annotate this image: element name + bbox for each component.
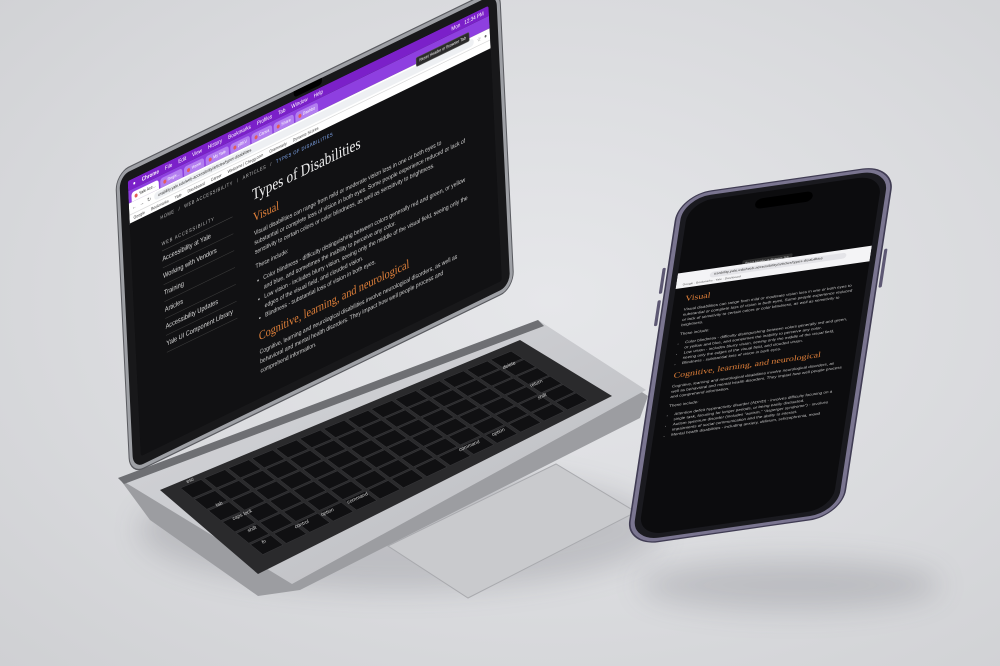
tab-label: Share (281, 117, 291, 127)
bookmark-item[interactable]: Bookmarks (696, 279, 713, 285)
bookmark-item[interactable]: Yale (715, 277, 722, 281)
favicon-icon (298, 113, 302, 119)
reload-icon[interactable]: ↻ (147, 195, 151, 204)
favicon-icon (187, 167, 191, 173)
tab-label: pREV (237, 139, 248, 149)
side-navigation: WEB ACCESSIBILITY Accessibility at Yale … (161, 207, 238, 353)
breadcrumb-sep: / (236, 177, 239, 184)
bookmark-item[interactable]: Google (682, 281, 693, 286)
bookmark-item[interactable]: Dashboard (725, 275, 742, 281)
favicon-icon (276, 123, 280, 129)
favicon-icon (163, 178, 167, 184)
favicon-icon (134, 192, 138, 198)
star-icon[interactable]: ☆ (477, 35, 481, 44)
favicon-icon (254, 134, 258, 140)
phone-page-content: Visual Visual disabilities can range fro… (664, 269, 858, 442)
tab-label: Home (191, 161, 202, 171)
apple-icon[interactable]: ● (133, 179, 136, 187)
breadcrumb-articles[interactable]: ARTICLES (242, 164, 266, 181)
favicon-icon (208, 156, 212, 162)
breadcrumb-home[interactable]: HOME (160, 208, 174, 220)
forward-icon[interactable]: → (139, 199, 144, 207)
breadcrumb-sep: / (270, 160, 273, 168)
profile-icon[interactable]: ● (484, 32, 487, 40)
breadcrumb-sep: / (178, 205, 181, 212)
back-icon[interactable]: ← (132, 202, 137, 210)
dynamic-island (754, 190, 814, 210)
favicon-icon (233, 144, 237, 150)
